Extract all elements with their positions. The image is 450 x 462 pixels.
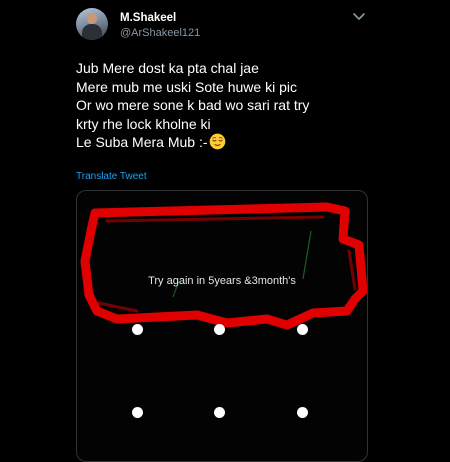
tweet-media-image[interactable]: Try again in 5years &3month's — [76, 190, 368, 462]
tweet-text-line: Or wo mere sone k bad wo sari rat try — [76, 97, 310, 113]
relieved-face-emoji-icon — [209, 133, 225, 150]
tweet: M.Shakeel @ArShakeel121 Jub Mere dost ka… — [0, 0, 450, 462]
tweet-text-line: krty rhe lock kholne ki — [76, 115, 211, 132]
lock-timeout-message: Try again in 5years &3month's — [148, 275, 296, 287]
author-avatar[interactable] — [76, 8, 108, 40]
pattern-dot[interactable] — [297, 407, 308, 418]
tweet-text-line-text: Le Suba Mera Mub :- — [76, 134, 208, 150]
author-name[interactable]: M.Shakeel — [120, 12, 176, 24]
chevron-down-icon[interactable] — [352, 12, 366, 22]
translate-tweet-link[interactable]: Translate Tweet — [76, 171, 147, 182]
tweet-text-line: Mere mub me uski Sote huwe ki pic — [76, 78, 297, 95]
author-handle[interactable]: @ArShakeel121 — [120, 27, 200, 39]
avatar-body — [82, 24, 102, 40]
pattern-dot[interactable] — [214, 324, 225, 335]
tweet-text-line-last: Le Suba Mera Mub :- — [76, 133, 376, 152]
pattern-dot[interactable] — [132, 324, 143, 335]
tweet-text: Jub Mere dost ka pta chal jae Mere mub m… — [76, 59, 376, 152]
pattern-dot[interactable] — [132, 407, 143, 418]
avatar-head — [87, 13, 97, 24]
pattern-dot[interactable] — [297, 324, 308, 335]
tweet-text-line: Jub Mere dost ka pta chal jae — [76, 60, 259, 76]
pattern-dot[interactable] — [214, 407, 225, 418]
